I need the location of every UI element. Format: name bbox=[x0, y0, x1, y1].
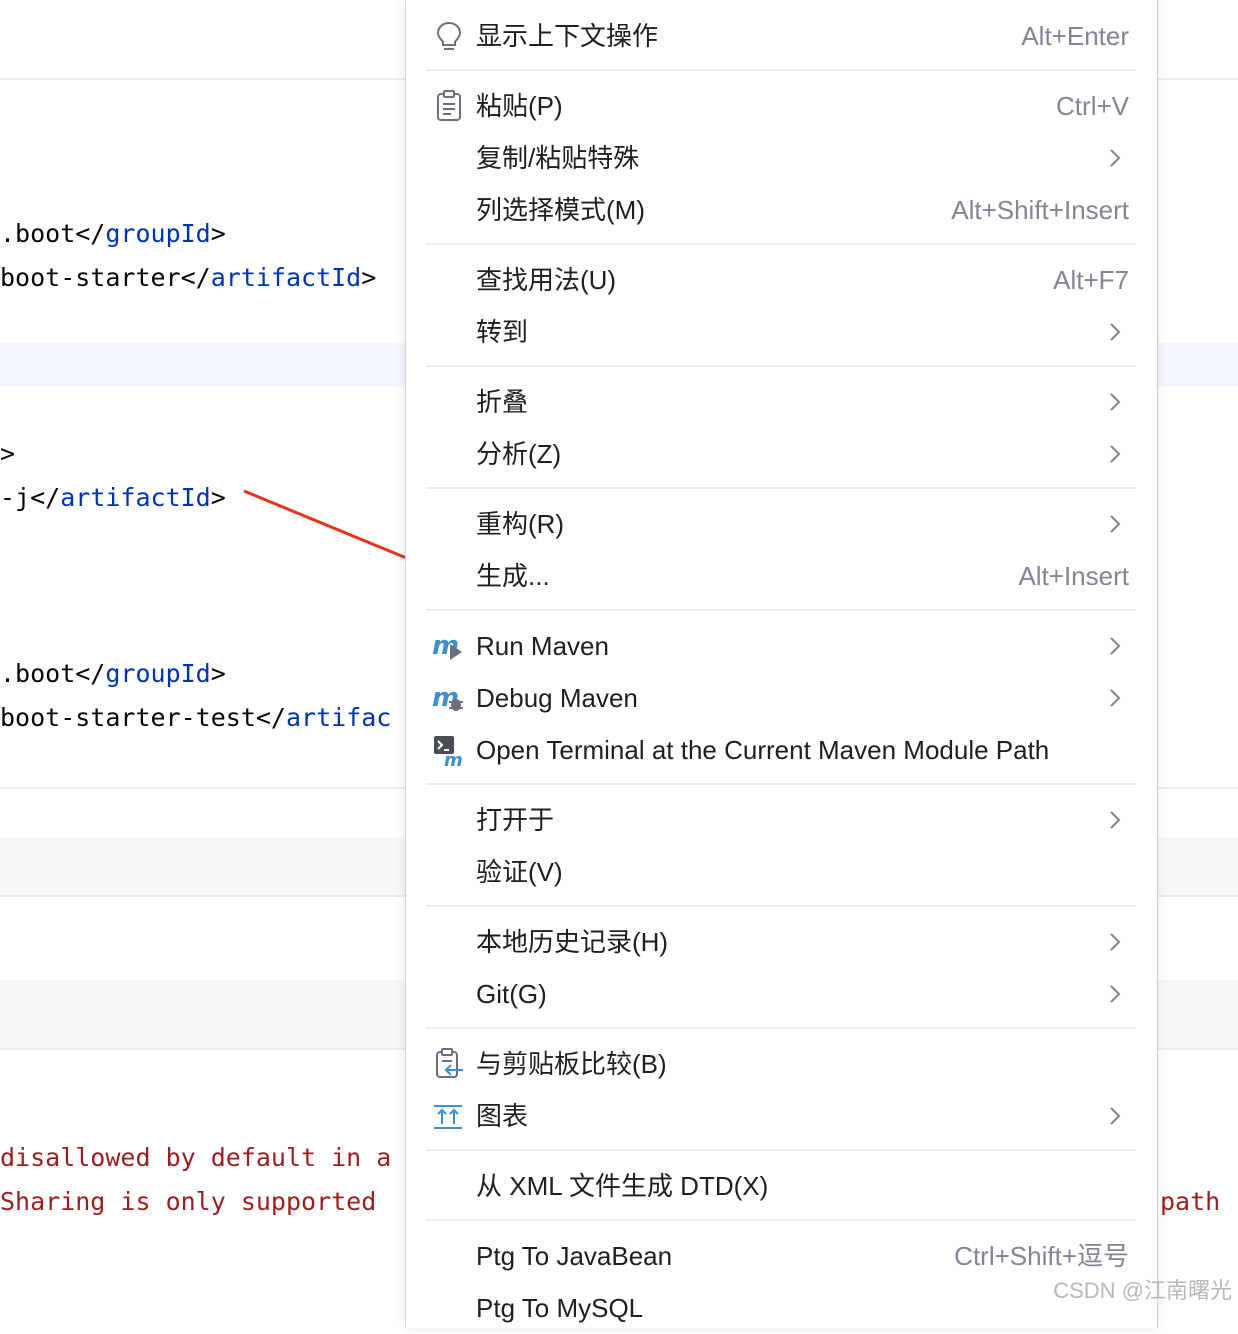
menu-item-label: 与剪贴板比较(B) bbox=[476, 1049, 667, 1079]
menu-item-shortcut: Alt+Insert bbox=[1018, 561, 1129, 591]
menu-item-generate-dtd[interactable]: 从 XML 文件生成 DTD(X) bbox=[406, 1160, 1157, 1212]
menu-separator bbox=[426, 1219, 1136, 1221]
console-line: path bbox=[1160, 1187, 1221, 1216]
chevron-right-icon bbox=[1110, 1107, 1121, 1125]
maven-debug-icon: m bbox=[432, 683, 463, 713]
chevron-right-icon bbox=[1110, 515, 1121, 533]
console-line: Sharing is only supported bbox=[0, 1187, 377, 1216]
chevron-right-icon bbox=[1110, 637, 1121, 655]
menu-item-folding[interactable]: 折叠 bbox=[406, 376, 1157, 428]
diagram-icon bbox=[434, 1105, 462, 1129]
menu-item-label: 查找用法(U) bbox=[476, 265, 617, 295]
console-line: disallowed by default in a bbox=[0, 1143, 392, 1172]
menu-item-label: 转到 bbox=[476, 317, 529, 347]
menu-separator bbox=[426, 783, 1136, 785]
menu-separator bbox=[426, 609, 1136, 611]
menu-item-paste[interactable]: 粘贴(P) Ctrl+V bbox=[406, 80, 1157, 132]
menu-item-label: 显示上下文操作 bbox=[476, 21, 659, 51]
chevron-right-icon bbox=[1110, 689, 1121, 707]
menu-item-label: 重构(R) bbox=[476, 509, 565, 539]
clipboard-icon bbox=[437, 90, 461, 121]
menu-item-shortcut: Alt+F7 bbox=[1053, 265, 1129, 295]
menu-item-label: Run Maven bbox=[476, 631, 609, 661]
menu-item-label: 本地历史记录(H) bbox=[476, 927, 669, 957]
code-line: > bbox=[0, 439, 16, 468]
menu-item-label: 图表 bbox=[476, 1101, 529, 1131]
code-line: boot-starter</artifactId> bbox=[0, 263, 377, 292]
menu-item-shortcut: Ctrl+V bbox=[1056, 91, 1129, 121]
menu-item-label: Git(G) bbox=[476, 979, 547, 1009]
menu-item-label: 生成... bbox=[476, 561, 550, 591]
menu-item-label: 分析(Z) bbox=[476, 439, 562, 469]
menu-item-label: 验证(V) bbox=[476, 857, 563, 887]
menu-separator bbox=[426, 365, 1136, 367]
menu-item-git[interactable]: Git(G) bbox=[406, 968, 1157, 1020]
menu-item-label: 粘贴(P) bbox=[476, 91, 563, 121]
menu-item-analyze[interactable]: 分析(Z) bbox=[406, 428, 1157, 480]
chevron-right-icon bbox=[1110, 323, 1121, 341]
menu-item-compare-with-clipboard[interactable]: 与剪贴板比较(B) bbox=[406, 1038, 1157, 1090]
menu-item-label: 打开于 bbox=[476, 805, 555, 835]
code-line: boot-starter-test</artifac bbox=[0, 703, 392, 732]
menu-item-label: 列选择模式(M) bbox=[476, 195, 645, 225]
watermark: CSDN @江南曙光 bbox=[1053, 1278, 1232, 1303]
menu-item-refactor[interactable]: 重构(R) bbox=[406, 498, 1157, 550]
code-line: .boot</groupId> bbox=[0, 659, 226, 688]
chevron-right-icon bbox=[1110, 445, 1121, 463]
chevron-right-icon bbox=[1110, 985, 1121, 1003]
compare-clipboard-icon bbox=[436, 1048, 463, 1078]
menu-item-diagrams[interactable]: 图表 bbox=[406, 1090, 1157, 1142]
menu-item-run-maven[interactable]: m Run Maven bbox=[406, 620, 1157, 672]
menu-separator bbox=[426, 243, 1136, 245]
menu-item-validate[interactable]: 验证(V) bbox=[406, 846, 1157, 898]
maven-terminal-icon: m bbox=[434, 736, 463, 766]
menu-item-copy-paste-special[interactable]: 复制/粘贴特殊 bbox=[406, 132, 1157, 184]
bulb-icon bbox=[436, 21, 462, 50]
menu-item-find-usages[interactable]: 查找用法(U) Alt+F7 bbox=[406, 254, 1157, 306]
menu-item-generate[interactable]: 生成... Alt+Insert bbox=[406, 550, 1157, 602]
chevron-right-icon bbox=[1110, 393, 1121, 411]
menu-item-label: 从 XML 文件生成 DTD(X) bbox=[476, 1171, 769, 1201]
chevron-right-icon bbox=[1110, 149, 1121, 167]
menu-item-open-in[interactable]: 打开于 bbox=[406, 794, 1157, 846]
menu-item-column-selection-mode[interactable]: 列选择模式(M) Alt+Shift+Insert bbox=[406, 184, 1157, 236]
context-menu: 显示上下文操作 Alt+Enter 粘贴(P) Ctrl+V 复制/粘贴特殊 列… bbox=[405, 0, 1158, 1328]
menu-item-open-terminal-maven[interactable]: m Open Terminal at the Current Maven Mod… bbox=[406, 724, 1157, 776]
menu-item-ptg-to-mysql[interactable]: Ptg To MySQL bbox=[406, 1282, 1157, 1334]
menu-item-label: 复制/粘贴特殊 bbox=[476, 143, 640, 173]
svg-text:m: m bbox=[444, 750, 463, 766]
menu-separator bbox=[426, 1027, 1136, 1029]
chevron-right-icon bbox=[1110, 933, 1121, 951]
chevron-right-icon bbox=[1110, 811, 1121, 829]
menu-separator bbox=[426, 69, 1136, 71]
menu-item-goto[interactable]: 转到 bbox=[406, 306, 1157, 358]
menu-separator bbox=[426, 1149, 1136, 1151]
menu-item-local-history[interactable]: 本地历史记录(H) bbox=[406, 916, 1157, 968]
menu-item-label: 折叠 bbox=[476, 387, 529, 417]
menu-item-shortcut: Alt+Shift+Insert bbox=[951, 195, 1129, 225]
menu-separator bbox=[426, 905, 1136, 907]
menu-item-shortcut: Alt+Enter bbox=[1021, 21, 1129, 51]
menu-item-show-context-actions[interactable]: 显示上下文操作 Alt+Enter bbox=[406, 10, 1157, 62]
code-line: .boot</groupId> bbox=[0, 219, 226, 248]
menu-separator bbox=[426, 487, 1136, 489]
menu-item-label: Debug Maven bbox=[476, 683, 638, 713]
menu-item-ptg-to-javabean[interactable]: Ptg To JavaBean Ctrl+Shift+逗号 bbox=[406, 1230, 1157, 1282]
code-line: -j</artifactId> bbox=[0, 483, 226, 512]
maven-run-icon: m bbox=[432, 631, 462, 661]
menu-item-label: Open Terminal at the Current Maven Modul… bbox=[476, 735, 1050, 765]
menu-item-label: Ptg To MySQL bbox=[476, 1293, 644, 1323]
menu-item-debug-maven[interactable]: m Debug Maven bbox=[406, 672, 1157, 724]
menu-item-label: Ptg To JavaBean bbox=[476, 1241, 673, 1271]
